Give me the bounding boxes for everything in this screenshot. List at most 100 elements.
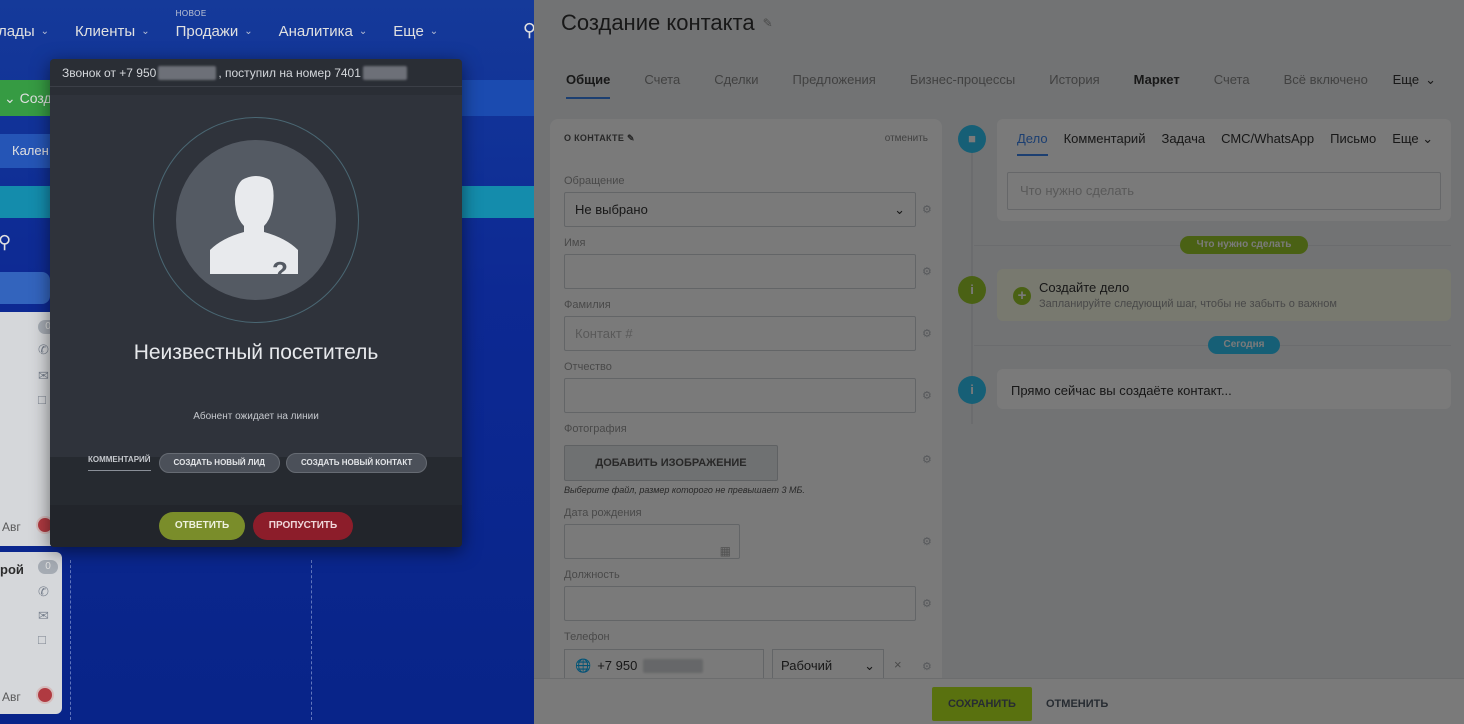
field-label: Фамилия	[564, 299, 611, 311]
birthdate-input[interactable]: ▦	[564, 524, 740, 559]
column-divider	[70, 560, 71, 720]
column-divider	[311, 560, 312, 720]
field-label: Телефон	[564, 631, 610, 643]
nav-item-sales[interactable]: НОВОЕ Продажи ⌄	[176, 9, 253, 40]
nav-item-analytics[interactable]: Аналитика ⌄	[279, 23, 368, 40]
gear-icon[interactable]: ⚙	[922, 535, 932, 548]
mail-icon[interactable]: ✉	[38, 368, 49, 384]
tab-more[interactable]: Еще ⌄	[1392, 131, 1433, 156]
creating-text: Прямо сейчас вы создаёте контакт...	[1011, 383, 1232, 398]
chevron-down-icon: ⌄	[40, 25, 50, 37]
search-icon[interactable]: ⚲	[523, 20, 534, 41]
section-cancel-link[interactable]: отменить	[885, 133, 928, 144]
answer-button[interactable]: ОТВЕТИТЬ	[159, 512, 245, 540]
gear-icon[interactable]: ⚙	[922, 453, 932, 466]
tab-market[interactable]: Маркет	[1134, 72, 1180, 99]
card-title: рой	[0, 562, 24, 577]
gear-icon[interactable]: ⚙	[922, 327, 932, 340]
bottom-bar: СОХРАНИТЬ ОТМЕНИТЬ	[534, 678, 1464, 724]
gear-icon[interactable]: ⚙	[922, 203, 932, 216]
middle-name-input[interactable]	[564, 378, 916, 413]
search-icon[interactable]: ⚲	[0, 232, 11, 253]
chevron-down-icon: ⌄	[1422, 131, 1434, 146]
tab-general[interactable]: Общие	[566, 72, 611, 99]
gear-icon[interactable]: ⚙	[922, 597, 932, 610]
salutation-select[interactable]: Не выбрано ⌄	[564, 192, 916, 227]
comment-icon: ■	[958, 125, 986, 153]
card-date: Авг	[2, 520, 21, 534]
calendar-icon[interactable]: ▦	[720, 535, 731, 568]
card-date: Авг	[2, 690, 21, 704]
gear-icon[interactable]: ⚙	[922, 389, 932, 402]
tab-quotes[interactable]: Предложения	[793, 72, 876, 99]
hidden-number	[158, 65, 217, 80]
pencil-icon[interactable]: ✎	[627, 133, 635, 143]
contact-form-card: О КОНТАКТЕ ✎ отменить Обращение Не выбра…	[550, 119, 942, 689]
position-input[interactable]	[564, 586, 916, 621]
chevron-down-icon: ⌄	[429, 25, 439, 37]
tab-task[interactable]: Дело	[1017, 131, 1048, 156]
tabs-more-button[interactable]: Еще ⌄	[1393, 72, 1436, 88]
contact-slider: Создание контакта ✎ Общие Счета Сделки П…	[534, 0, 1464, 724]
cancel-button[interactable]: ОТМЕНИТЬ	[1046, 687, 1108, 721]
tab-comment[interactable]: Комментарий	[1064, 131, 1146, 156]
chevron-down-icon: ⌄	[358, 25, 368, 37]
pencil-icon[interactable]: ✎	[763, 16, 773, 30]
field-label: Имя	[564, 237, 586, 249]
field-label: Фотография	[564, 423, 627, 435]
gear-icon[interactable]: ⚙	[922, 660, 932, 673]
gear-icon[interactable]: ⚙	[922, 265, 932, 278]
filter-card[interactable]	[0, 272, 50, 304]
call-actions: ОТВЕТИТЬ ПРОПУСТИТЬ	[50, 505, 462, 547]
skip-button[interactable]: ПРОПУСТИТЬ	[253, 512, 353, 540]
tab-invoices[interactable]: Счета	[644, 72, 680, 99]
tab-comment[interactable]: КОММЕНТАРИЙ	[88, 455, 151, 471]
caller-name: Неизвестный посетитель	[133, 341, 379, 364]
create-task-subtitle: Запланируйте следующий шаг, чтобы не заб…	[1039, 298, 1337, 310]
last-name-input[interactable]: Контакт #	[564, 316, 916, 351]
activity-tabs: Дело Комментарий Задача СМС/WhatsApp Пис…	[1017, 131, 1433, 156]
create-task-card[interactable]: + Создайте дело Запланируйте следующий ш…	[997, 269, 1451, 321]
tab-deals[interactable]: Сделки	[714, 72, 758, 99]
phone-icon[interactable]: ✆	[38, 584, 49, 600]
entity-tabs: Общие Счета Сделки Предложения Бизнес-пр…	[566, 72, 1436, 99]
phone-icon[interactable]: ✆	[38, 342, 49, 358]
tab-all-included[interactable]: Всё включено	[1284, 72, 1368, 99]
add-image-button[interactable]: ДОБАВИТЬ ИЗОБРАЖЕНИЕ	[564, 445, 778, 481]
photo-hint: Выберите файл, размер которого не превыш…	[564, 485, 805, 495]
close-icon[interactable]: ×	[894, 657, 902, 672]
chat-icon[interactable]: □	[38, 632, 46, 647]
avatar[interactable]	[36, 686, 54, 704]
save-button[interactable]: СОХРАНИТЬ	[932, 687, 1032, 721]
todo-input[interactable]: Что нужно сделать	[1007, 172, 1441, 210]
kanban-card[interactable]: рой 0 ✆ ✉ □ Авг	[0, 552, 62, 714]
plus-icon[interactable]: +	[1013, 287, 1031, 305]
call-status: Абонент ожидает на линии	[193, 411, 319, 422]
new-badge: НОВОЕ	[175, 8, 207, 18]
tab-email[interactable]: Письмо	[1330, 131, 1376, 156]
hidden-number	[643, 659, 704, 673]
tab-workflows[interactable]: Бизнес-процессы	[910, 72, 1015, 99]
mail-icon[interactable]: ✉	[38, 608, 49, 624]
page-title: Создание контакта ✎	[561, 10, 773, 35]
tab-invoices-2[interactable]: Счета	[1214, 72, 1250, 99]
section-title: О КОНТАКТЕ ✎	[564, 133, 635, 143]
nav-item-deals[interactable]: лады ⌄	[0, 23, 49, 40]
chevron-down-icon: ⌄	[894, 202, 905, 217]
chevron-down-icon: ⌄	[1425, 72, 1436, 87]
creating-card: Прямо сейчас вы создаёте контакт...	[997, 369, 1451, 409]
incoming-call-popup: Звонок от +7 950 , поступил на номер 740…	[50, 59, 462, 547]
first-name-input[interactable]	[564, 254, 916, 289]
nav-item-clients[interactable]: Клиенты ⌄	[75, 23, 150, 40]
create-lead-button[interactable]: СОЗДАТЬ НОВЫЙ ЛИД	[158, 453, 280, 473]
tab-todo[interactable]: Задача	[1161, 131, 1205, 156]
tab-history[interactable]: История	[1049, 72, 1099, 99]
count-badge: 0	[38, 560, 58, 574]
nav-item-more[interactable]: Еще ⌄	[393, 23, 438, 40]
chat-icon[interactable]: □	[38, 392, 46, 407]
field-label: Должность	[564, 569, 620, 581]
tab-sms[interactable]: СМС/WhatsApp	[1221, 131, 1314, 156]
call-tabs: КОММЕНТАРИЙ СОЗДАТЬ НОВЫЙ ЛИД СОЗДАТЬ НО…	[88, 453, 428, 473]
create-contact-button[interactable]: СОЗДАТЬ НОВЫЙ КОНТАКТ	[285, 453, 428, 473]
svg-text:?: ?	[272, 256, 288, 286]
